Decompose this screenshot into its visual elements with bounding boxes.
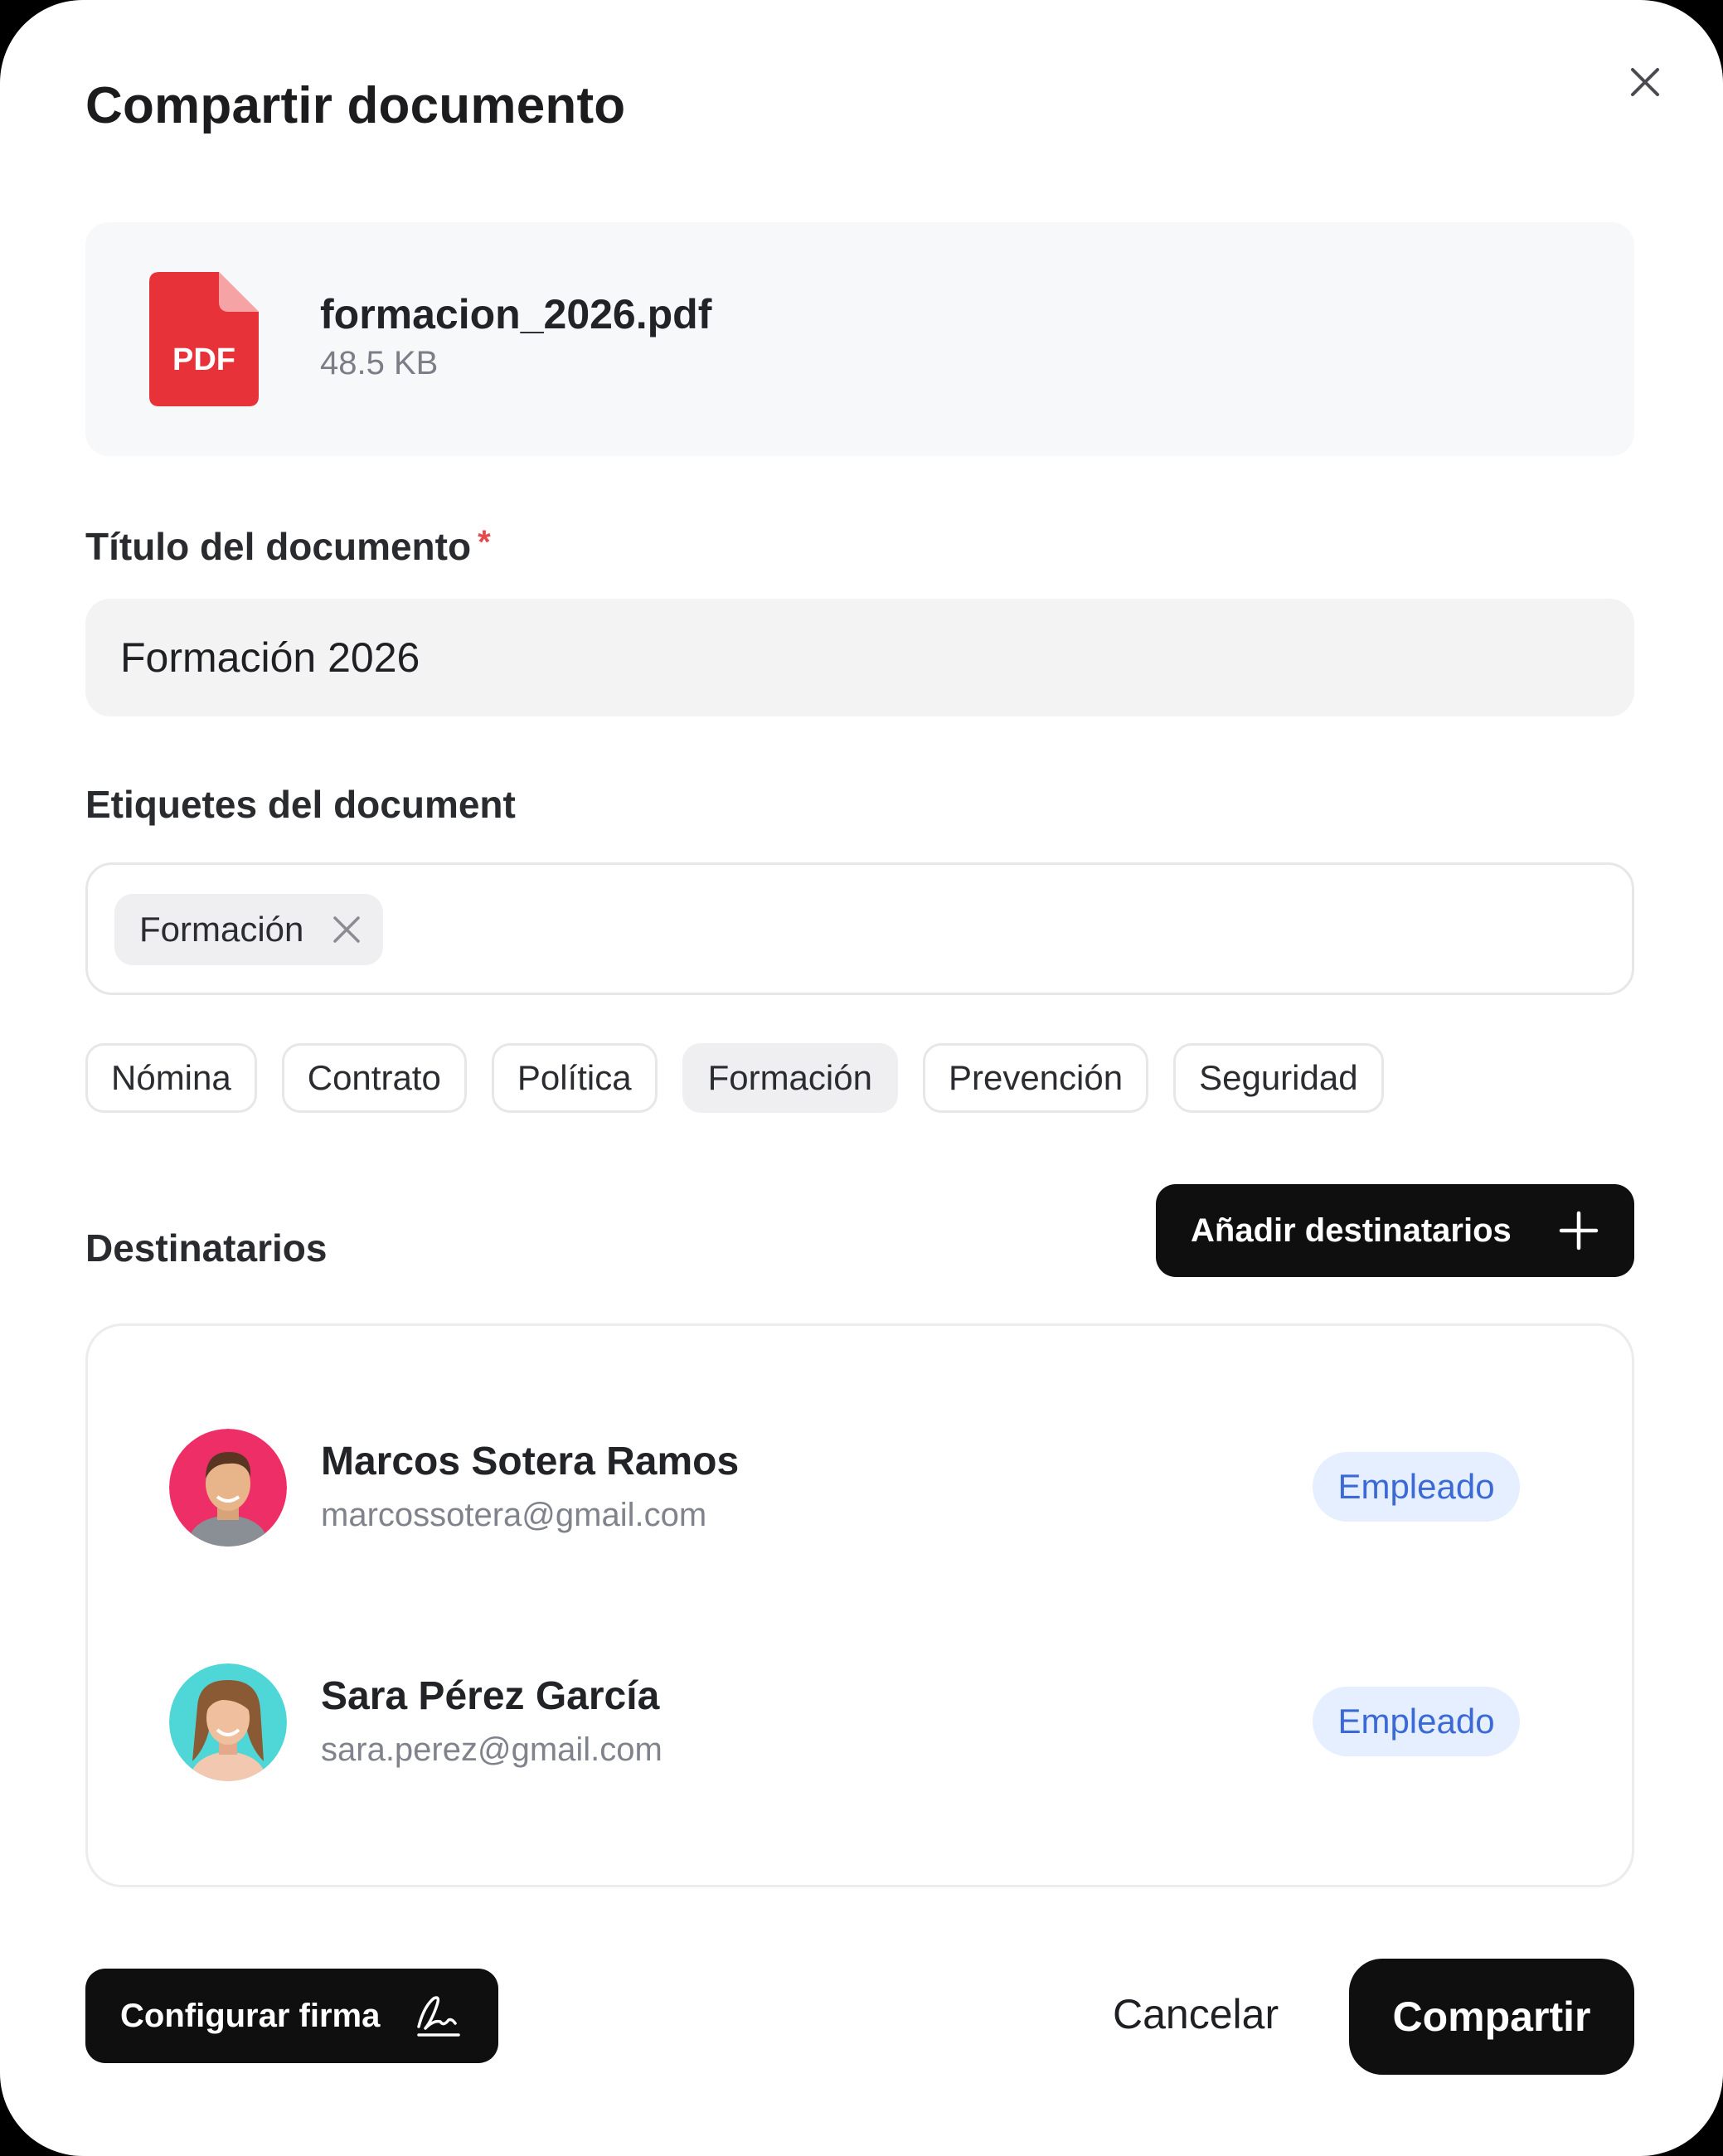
add-recipients-button[interactable]: Añadir destinatarios xyxy=(1156,1184,1634,1277)
plus-icon xyxy=(1559,1211,1599,1250)
role-badge: Empleado xyxy=(1313,1687,1520,1756)
tag-suggestion-seguridad[interactable]: Seguridad xyxy=(1173,1043,1384,1113)
configure-signature-label: Configurar firma xyxy=(120,1997,381,2034)
configure-signature-button[interactable]: Configurar firma xyxy=(85,1969,498,2063)
add-recipients-label: Añadir destinatarios xyxy=(1191,1212,1512,1249)
recipient-email: marcossotera@gmail.com xyxy=(321,1497,707,1533)
signature-icon xyxy=(417,1996,460,2037)
avatar xyxy=(169,1429,287,1547)
role-badge: Empleado xyxy=(1313,1452,1520,1522)
tags-input[interactable]: Formación xyxy=(85,862,1634,995)
cancel-button[interactable]: Cancelar xyxy=(1113,1990,1279,2038)
avatar-person-icon xyxy=(169,1663,287,1781)
share-button[interactable]: Compartir xyxy=(1349,1959,1634,2075)
remove-tag-icon[interactable] xyxy=(332,915,362,944)
recipient-row: Sara Pérez García sara.perez@gmail.com E… xyxy=(169,1663,1529,1781)
avatar-person-icon xyxy=(169,1429,287,1547)
tag-suggestion-prevencion[interactable]: Prevención xyxy=(922,1043,1149,1113)
document-title-input[interactable] xyxy=(85,599,1634,716)
title-field-label-text: Título del documento xyxy=(85,525,472,568)
avatar xyxy=(169,1663,287,1781)
recipients-list: Marcos Sotera Ramos marcossotera@gmail.c… xyxy=(85,1323,1634,1887)
file-card: PDF formacion_2026.pdf 48.5 KB xyxy=(85,222,1634,456)
file-name: formacion_2026.pdf xyxy=(320,291,712,337)
recipients-label: Destinatarios xyxy=(85,1226,328,1270)
pdf-file-icon: PDF xyxy=(149,272,259,406)
pdf-icon-label: PDF xyxy=(172,342,235,377)
file-size: 48.5 KB xyxy=(320,345,439,381)
close-icon xyxy=(1631,68,1659,96)
recipient-name: Sara Pérez García xyxy=(321,1674,660,1718)
tags-label: Etiquetes del document xyxy=(85,783,516,826)
tag-suggestion-politica[interactable]: Política xyxy=(491,1043,658,1113)
recipient-name: Marcos Sotera Ramos xyxy=(321,1440,740,1483)
tag-suggestions: Nómina Contrato Política Formación Preve… xyxy=(85,1043,1384,1113)
close-button[interactable] xyxy=(1621,58,1669,106)
title-field-label: Título del documento * xyxy=(85,524,491,569)
required-mark: * xyxy=(478,524,491,561)
recipient-row: Marcos Sotera Ramos marcossotera@gmail.c… xyxy=(169,1429,1529,1547)
tag-suggestion-nomina[interactable]: Nómina xyxy=(85,1043,257,1113)
selected-tag-chip: Formación xyxy=(114,894,384,965)
tag-suggestion-contrato[interactable]: Contrato xyxy=(281,1043,467,1113)
share-document-dialog: Compartir documento PDF formacion_2026.p… xyxy=(0,0,1723,2156)
selected-tag-label: Formación xyxy=(139,910,304,949)
recipient-email: sara.perez@gmail.com xyxy=(321,1731,663,1768)
tag-suggestion-formacion[interactable]: Formación xyxy=(682,1043,898,1113)
dialog-title: Compartir documento xyxy=(85,77,626,134)
